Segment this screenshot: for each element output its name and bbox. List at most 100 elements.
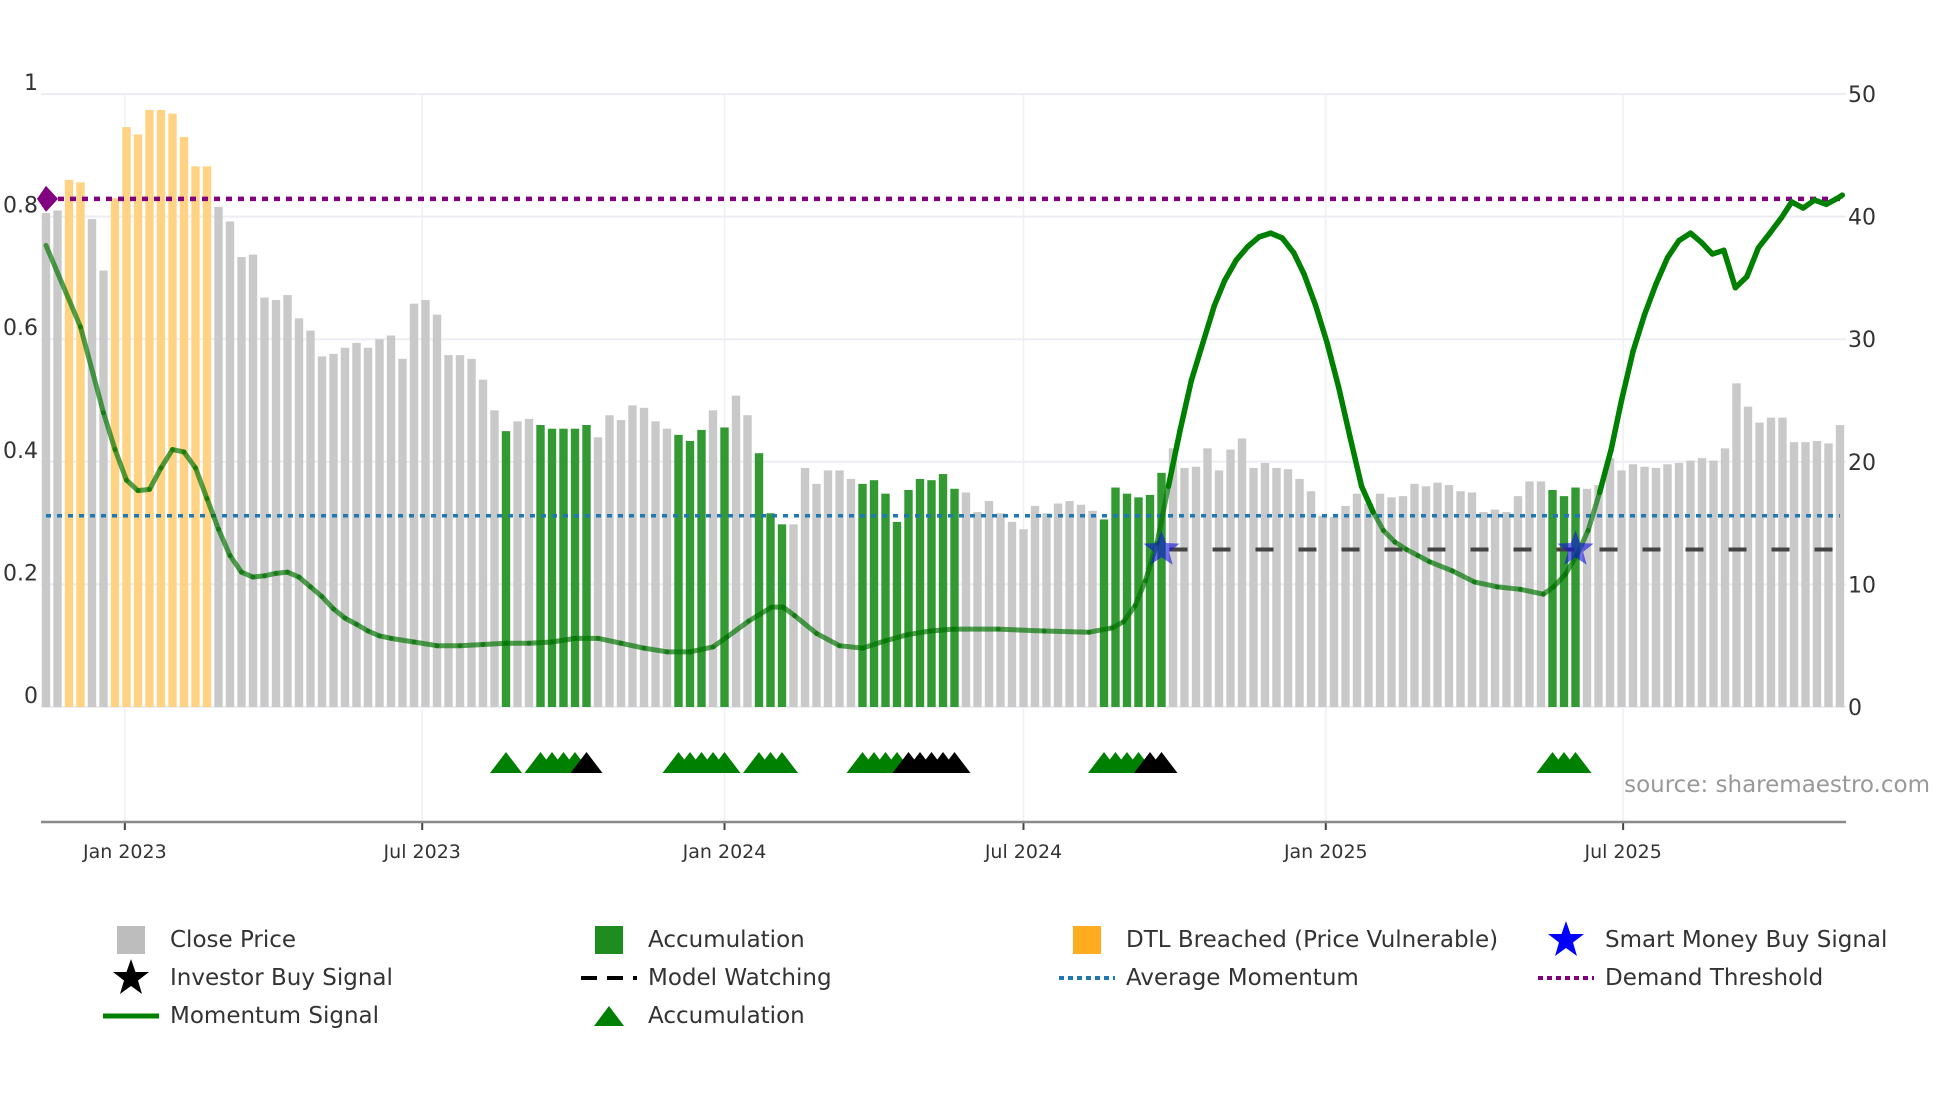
momentum-segment <box>1778 199 1795 221</box>
close-price-bar <box>708 410 718 707</box>
dtl-breached-bar <box>76 182 85 708</box>
dtl-breached-bar <box>191 166 200 708</box>
close-price-bar <box>352 342 361 707</box>
close-price-bar <box>651 421 660 707</box>
right-axis-tick-label: 10 <box>1848 573 1876 598</box>
x-tick-label: Jan 2023 <box>82 841 167 863</box>
momentum-segment <box>1279 235 1297 256</box>
accumulation-bar <box>904 489 913 707</box>
momentum-segment <box>1211 277 1228 309</box>
dtl-breached-bar <box>179 136 189 707</box>
accumulation-bar <box>1571 487 1580 707</box>
accumulation-bar <box>1111 487 1120 707</box>
momentum-segment <box>1324 340 1342 390</box>
accumulation-bar <box>1122 493 1132 707</box>
momentum-segment <box>1834 192 1846 201</box>
momentum-segment <box>43 242 83 330</box>
demand-threshold-diamond-icon <box>37 185 58 212</box>
momentum-segment <box>995 626 1047 634</box>
close-price-bar <box>1398 496 1408 707</box>
chart: 0 0 0.2 10 0.4 20 0.6 30 0.8 40 1 50 Jan 2023 Jul 202… <box>3 71 1930 863</box>
right-axis-tick-label: 50 <box>1848 83 1876 108</box>
close-price-bar <box>1789 442 1799 707</box>
left-axis-tick-label: 0.6 <box>3 316 38 341</box>
close-price-bar <box>1628 464 1638 707</box>
right-axis-tick-label: 40 <box>1848 206 1876 231</box>
close-price-bar <box>398 358 407 707</box>
accumulation-bar <box>536 425 545 707</box>
x-tick-label: Jul 2024 <box>984 841 1062 863</box>
close-price-bar <box>1318 515 1327 707</box>
close-price-bar <box>1341 505 1350 707</box>
momentum-segment <box>1664 237 1682 261</box>
accumulation-bar <box>582 425 591 707</box>
close-price-bar <box>1824 443 1833 707</box>
close-price-bar <box>1467 492 1477 707</box>
close-price-bar <box>317 356 327 707</box>
close-price-bar <box>1295 478 1304 707</box>
close-price-bar <box>662 428 672 707</box>
accumulation-bar <box>915 478 925 707</box>
accumulation-bar <box>1559 496 1569 707</box>
left-axis-tick-label: 1 <box>24 71 38 96</box>
close-price-bar <box>99 270 108 707</box>
close-price-bar <box>1329 516 1339 707</box>
x-tick-label: Jul 2025 <box>1583 841 1661 863</box>
dtl-breached-bar <box>64 179 74 707</box>
close-price-bar <box>1674 463 1684 707</box>
close-price-bar <box>593 437 603 707</box>
close-price-bar <box>1640 466 1649 707</box>
momentum-segment <box>1041 628 1092 635</box>
close-price-bar <box>823 470 833 707</box>
close-price-bar <box>455 355 465 707</box>
momentum-segment <box>1608 397 1625 453</box>
close-price-bar <box>846 478 856 707</box>
close-price-bar <box>639 407 649 707</box>
close-price-bar <box>271 299 281 707</box>
momentum-segment <box>1630 311 1648 355</box>
dtl-breached-bar <box>202 166 212 708</box>
close-price-bar <box>1088 510 1097 707</box>
close-price-bar <box>1019 529 1028 707</box>
left-axis-tick-label: 0.8 <box>3 194 38 219</box>
close-price-bar <box>444 355 453 707</box>
close-price-bar <box>41 212 51 707</box>
momentum-segment <box>1641 281 1659 318</box>
close-price-bar <box>961 492 971 707</box>
close-price-bar <box>984 501 994 707</box>
momentum-segment <box>1301 271 1319 309</box>
momentum-segment <box>480 640 509 647</box>
accumulation-bar <box>685 440 695 707</box>
accumulation-bar <box>720 427 729 707</box>
momentum-segment <box>1767 215 1785 236</box>
close-price-bar <box>237 257 246 707</box>
accumulation-bar <box>697 429 706 707</box>
right-axis-tick-label: 20 <box>1848 451 1876 476</box>
accumulation-bar <box>674 434 683 707</box>
close-price-bar <box>1272 467 1281 707</box>
close-price-bar <box>1237 438 1247 707</box>
close-price-bar <box>1617 470 1626 707</box>
close-price-bar <box>306 330 315 707</box>
close-price-bar <box>1479 512 1488 707</box>
x-tick-label: Jan 2024 <box>682 841 767 863</box>
close-price-bar <box>628 405 637 707</box>
close-price-bar <box>375 339 384 707</box>
accumulation-bar <box>881 493 890 707</box>
close-price-bar <box>1203 448 1212 707</box>
close-price-bar <box>605 415 614 707</box>
close-price-bar <box>1042 513 1051 707</box>
close-price-bar <box>1352 493 1362 707</box>
close-price-bar <box>1513 496 1523 707</box>
close-price-bar <box>340 347 350 707</box>
close-price-bar <box>1812 440 1822 707</box>
close-price-bar <box>409 303 419 707</box>
accumulation-bar <box>892 521 902 707</box>
momentum-segment <box>457 641 486 649</box>
close-price-bar <box>1180 467 1189 707</box>
close-price-bar <box>1214 470 1224 707</box>
close-price-bar <box>478 379 488 707</box>
close-price-bar <box>1030 505 1040 707</box>
close-price-bar <box>743 415 752 707</box>
close-price-bar <box>363 347 373 707</box>
